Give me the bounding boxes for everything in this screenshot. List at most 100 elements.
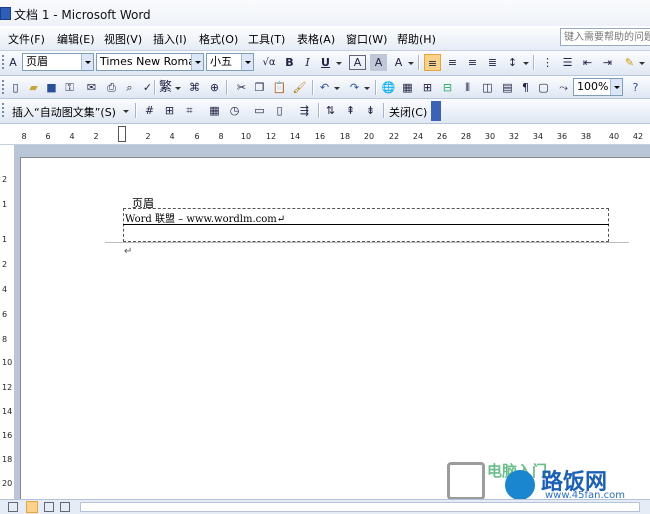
help-search-input[interactable]: 键入需要帮助的问题 — [560, 28, 650, 46]
align-center-icon[interactable]: ≡ — [444, 54, 461, 71]
permission-icon[interactable]: ⚿ — [61, 79, 78, 96]
traditional-chinese-icon[interactable]: 繁 — [157, 79, 174, 96]
line-spacing-icon[interactable]: ↕ — [504, 54, 521, 71]
print-preview-icon[interactable]: ⌕ — [121, 79, 138, 96]
font-select[interactable]: Times New Roman — [96, 53, 204, 71]
equation-icon[interactable]: √α — [259, 54, 279, 71]
styles-pane-icon[interactable]: A — [6, 54, 20, 71]
increase-indent-icon[interactable]: ⇥ — [599, 54, 616, 71]
menu-table[interactable]: 表格(A) — [297, 31, 335, 47]
indent-marker-icon[interactable] — [118, 126, 126, 142]
page-setup-icon[interactable]: ▭ — [251, 102, 268, 119]
menu-help[interactable]: 帮助(H) — [397, 31, 436, 47]
normal-view-icon[interactable] — [8, 502, 18, 512]
style-select[interactable]: 页眉 — [22, 53, 94, 71]
line-spacing-dropdown[interactable] — [522, 54, 530, 71]
char-shading-icon[interactable]: A — [370, 54, 387, 71]
show-next-icon[interactable]: ⇟ — [362, 102, 379, 119]
numbering-icon[interactable]: ⋮ — [539, 54, 556, 71]
link-to-previous-icon[interactable]: ⇶ — [296, 102, 313, 119]
highlight-dropdown[interactable] — [638, 54, 646, 71]
bold-button[interactable]: B — [281, 54, 298, 71]
cut-icon[interactable]: ✂ — [233, 79, 250, 96]
email-icon[interactable]: ✉ — [83, 79, 100, 96]
redo-dropdown[interactable] — [363, 79, 371, 96]
open-icon[interactable]: ▰ — [25, 79, 42, 96]
insert-time-icon[interactable]: ◷ — [226, 102, 243, 119]
horizontal-scrollbar[interactable] — [80, 502, 640, 512]
ruler-label: 10 — [240, 132, 252, 141]
drawing-icon[interactable]: ◫ — [479, 79, 496, 96]
document-map-icon[interactable]: ▤ — [499, 79, 516, 96]
highlight-icon[interactable]: ✎ — [621, 54, 638, 71]
reading-icon[interactable]: ▢ — [535, 79, 552, 96]
menu-view[interactable]: 视图(V) — [104, 31, 142, 47]
align-right-icon[interactable]: ≡ — [464, 54, 481, 71]
print-view-icon[interactable] — [44, 502, 54, 512]
hyperlink-icon[interactable]: 🌐 — [380, 79, 397, 96]
close-header-footer-button[interactable]: 关闭(C) — [389, 104, 427, 120]
horizontal-ruler[interactable]: 8 6 4 2 2 4 6 8 10 12 14 16 18 20 22 24 … — [0, 124, 650, 145]
format-page-number-icon[interactable]: ⌗ — [181, 102, 198, 119]
show-hide-text-icon[interactable]: ▯ — [271, 102, 288, 119]
chinese-conversion-dropdown[interactable] — [174, 79, 182, 96]
chevron-down-icon[interactable] — [191, 54, 203, 70]
insert-autotext-button[interactable]: 插入“自动图文集”(S) — [12, 104, 116, 120]
show-previous-icon[interactable]: ⇞ — [342, 102, 359, 119]
insert-table-icon[interactable]: ⊞ — [419, 79, 436, 96]
menu-window[interactable]: 窗口(W) — [346, 31, 387, 47]
insert-page-count-icon[interactable]: ⊞ — [161, 102, 178, 119]
copy-icon[interactable]: ❐ — [251, 79, 268, 96]
menu-format[interactable]: 格式(O) — [199, 31, 238, 47]
chevron-down-icon[interactable] — [81, 54, 93, 70]
underline-button[interactable]: U — [317, 54, 334, 71]
menu-insert[interactable]: 插入(I) — [153, 31, 187, 47]
chevron-down-icon[interactable] — [241, 54, 253, 70]
columns-icon[interactable]: ⫴ — [459, 79, 476, 96]
show-hide-icon[interactable]: ¶ — [517, 79, 534, 96]
new-doc-icon[interactable]: ▯ — [7, 79, 24, 96]
translate-icon[interactable]: ⊕ — [206, 79, 223, 96]
chevron-down-icon[interactable] — [610, 79, 622, 95]
insert-date-icon[interactable]: ▦ — [206, 102, 223, 119]
char-scale-icon[interactable]: A — [390, 54, 407, 71]
tables-borders-icon[interactable]: ▦ — [399, 79, 416, 96]
insert-excel-icon[interactable]: ⊟ — [439, 79, 456, 96]
toolbar-grip[interactable] — [2, 103, 7, 117]
vertical-ruler[interactable]: 2 1 1 2 4 6 8 10 12 14 16 18 20 — [0, 145, 15, 499]
italic-button[interactable]: I — [299, 54, 316, 71]
research-icon[interactable]: ⌘ — [186, 79, 203, 96]
toolbar-separator — [383, 103, 385, 118]
autotext-dropdown[interactable] — [122, 102, 130, 119]
insert-page-number-icon[interactable]: # — [141, 102, 158, 119]
web-view-icon[interactable] — [26, 501, 38, 513]
switch-header-footer-icon[interactable]: ⇅ — [322, 102, 339, 119]
menu-file[interactable]: 文件(F) — [8, 31, 45, 47]
toolbar-options-icon[interactable] — [431, 101, 441, 121]
format-painter-icon[interactable]: 🖌 — [291, 79, 308, 96]
help-icon[interactable]: ? — [627, 79, 644, 96]
undo-dropdown[interactable] — [333, 79, 341, 96]
zoom-select[interactable]: 100% — [573, 78, 623, 96]
ink-icon[interactable]: ⤳ — [555, 79, 572, 96]
save-icon[interactable]: ■ — [43, 79, 60, 96]
bullets-icon[interactable]: ☰ — [559, 54, 576, 71]
ruler-label: 22 — [388, 132, 400, 141]
paste-icon[interactable]: 📋 — [271, 79, 288, 96]
char-scale-dropdown[interactable] — [407, 54, 415, 71]
decrease-indent-icon[interactable]: ⇤ — [579, 54, 596, 71]
distributed-align-icon[interactable]: ≣ — [484, 54, 501, 71]
char-border-icon[interactable]: A — [349, 55, 366, 70]
menu-tools[interactable]: 工具(T) — [248, 31, 285, 47]
redo-icon[interactable]: ↷ — [346, 79, 363, 96]
outline-view-icon[interactable] — [60, 502, 70, 512]
print-icon[interactable]: ⎙ — [103, 79, 120, 96]
undo-icon[interactable]: ↶ — [316, 79, 333, 96]
menu-edit[interactable]: 编辑(E) — [57, 31, 95, 47]
underline-dropdown[interactable] — [335, 54, 343, 71]
header-text[interactable]: Word 联盟 – www.wordlm.com↵ — [125, 210, 285, 225]
vruler-label: 6 — [2, 310, 8, 319]
font-size-select[interactable]: 小五 — [206, 53, 254, 71]
style-value: 页眉 — [26, 55, 48, 68]
align-justify-button[interactable]: ≡ — [424, 54, 441, 71]
